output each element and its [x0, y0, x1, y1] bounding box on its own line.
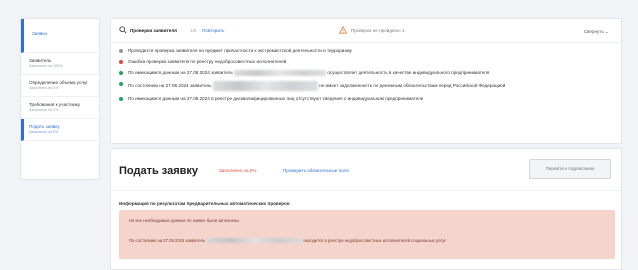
check-row: По имеющимся данным на 27.08.2024 в реес… [119, 96, 621, 102]
check-text-a: По состоянию на 27.08.2024 заявитель [128, 83, 212, 89]
collapse-button[interactable]: Свернуть ⌄ [584, 29, 609, 35]
check-row: Проводится проверка заявителя на предмет… [119, 48, 621, 54]
check-text-b: осуществляет деятельность в качестве инд… [327, 70, 490, 76]
sidebar-item-progress: Заполнено на 0% [29, 86, 59, 90]
error-text-b: находится в реестре недобросовестных исп… [303, 238, 447, 243]
check-required-fields-link[interactable]: Проверить обязательные поля [283, 168, 349, 173]
check-row: По имеющимся данным на 27.08.2024 заявит… [119, 70, 621, 76]
check-text: Ошибка проверки заявителя по реестру нед… [128, 59, 287, 64]
redacted-name [234, 70, 327, 76]
redacted-name [206, 238, 303, 244]
submit-header: Подать заявку Заполнено на 0% Проверить … [111, 149, 621, 191]
sidebar-item-progress: Заполнено на 0% [29, 108, 59, 112]
page-title: Подать заявку [119, 165, 199, 177]
checks-list: Проводится проверка заявителя на предмет… [111, 43, 621, 102]
go-to-signing-button[interactable]: Перейти к подписанию [529, 159, 611, 179]
error-status-icon [119, 60, 123, 64]
checks-header: Проверки заявителя 1/5 Повторить Проверо… [111, 19, 621, 43]
check-text: По имеющимся данным на 27.08.2024 в реес… [128, 96, 424, 102]
checks-title: Проверки заявителя [130, 28, 177, 33]
sidebar-item-submit[interactable]: Подать заявку Заполнено на 0% [21, 119, 99, 141]
chevron-down-icon: ⌄ [605, 29, 609, 34]
check-text: По имеющимся данным на 27.08.2024 заявит… [128, 70, 608, 76]
failed-checks-text: Проверок не пройдено: 1 [351, 28, 405, 33]
check-text-b: не имеет задолженность по денежным обяза… [319, 83, 506, 89]
warning-icon [339, 26, 347, 34]
redacted-name [212, 81, 318, 92]
sidebar-item-progress: Заполнено на 0% [29, 130, 59, 134]
sidebar-item-applicant[interactable]: Заявитель Заполнено на 100% [21, 53, 99, 75]
sidebar-item-application[interactable]: Заявка [21, 19, 99, 53]
hourglass-icon [119, 49, 123, 53]
check-text-a: По имеющимся данным на 27.08.2024 заявит… [128, 70, 233, 76]
success-status-icon [119, 97, 123, 102]
check-text: По состоянию на 27.08.2024 заявитель не … [128, 81, 608, 92]
sidebar-item-progress: Заполнено на 100% [29, 64, 63, 68]
sidebar-top-label: Заявка [32, 31, 47, 36]
check-row: По состоянию на 27.08.2024 заявитель не … [119, 81, 621, 92]
error-message-1: Не все необходимые данные по заявке были… [129, 218, 240, 223]
submit-application-panel: Подать заявку Заполнено на 0% Проверить … [110, 148, 622, 270]
sidebar-item-requirements[interactable]: Требования к участнику Заполнено на 0% [21, 97, 99, 119]
precheck-results-heading: Информация по результатам предварительны… [119, 201, 291, 206]
error-alert: Не все необходимые данные по заявке были… [119, 210, 615, 259]
collapse-label: Свернуть [583, 29, 604, 34]
search-icon [119, 26, 127, 34]
sidebar-item-services[interactable]: Определение объема услуг Заполнено на 0% [21, 75, 99, 97]
applicant-checks-panel: Проверки заявителя 1/5 Повторить Проверо… [110, 18, 622, 144]
sidebar: Заявка Заявитель Заполнено на 100% Опред… [20, 18, 100, 180]
repeat-checks-link[interactable]: Повторить [202, 28, 224, 33]
checks-count: 1/5 [190, 28, 197, 33]
success-status-icon [119, 82, 123, 87]
error-message-2: По состоянию на 27.08.2024 заявитель нах… [129, 238, 447, 244]
success-status-icon [119, 71, 123, 75]
check-text: Проводится проверка заявителя на предмет… [128, 48, 352, 53]
check-row: Ошибка проверки заявителя по реестру нед… [119, 59, 621, 65]
fill-progress-text: Заполнено на 0% [219, 168, 257, 173]
error-text-a: По состоянию на 27.08.2024 заявитель [129, 238, 206, 243]
